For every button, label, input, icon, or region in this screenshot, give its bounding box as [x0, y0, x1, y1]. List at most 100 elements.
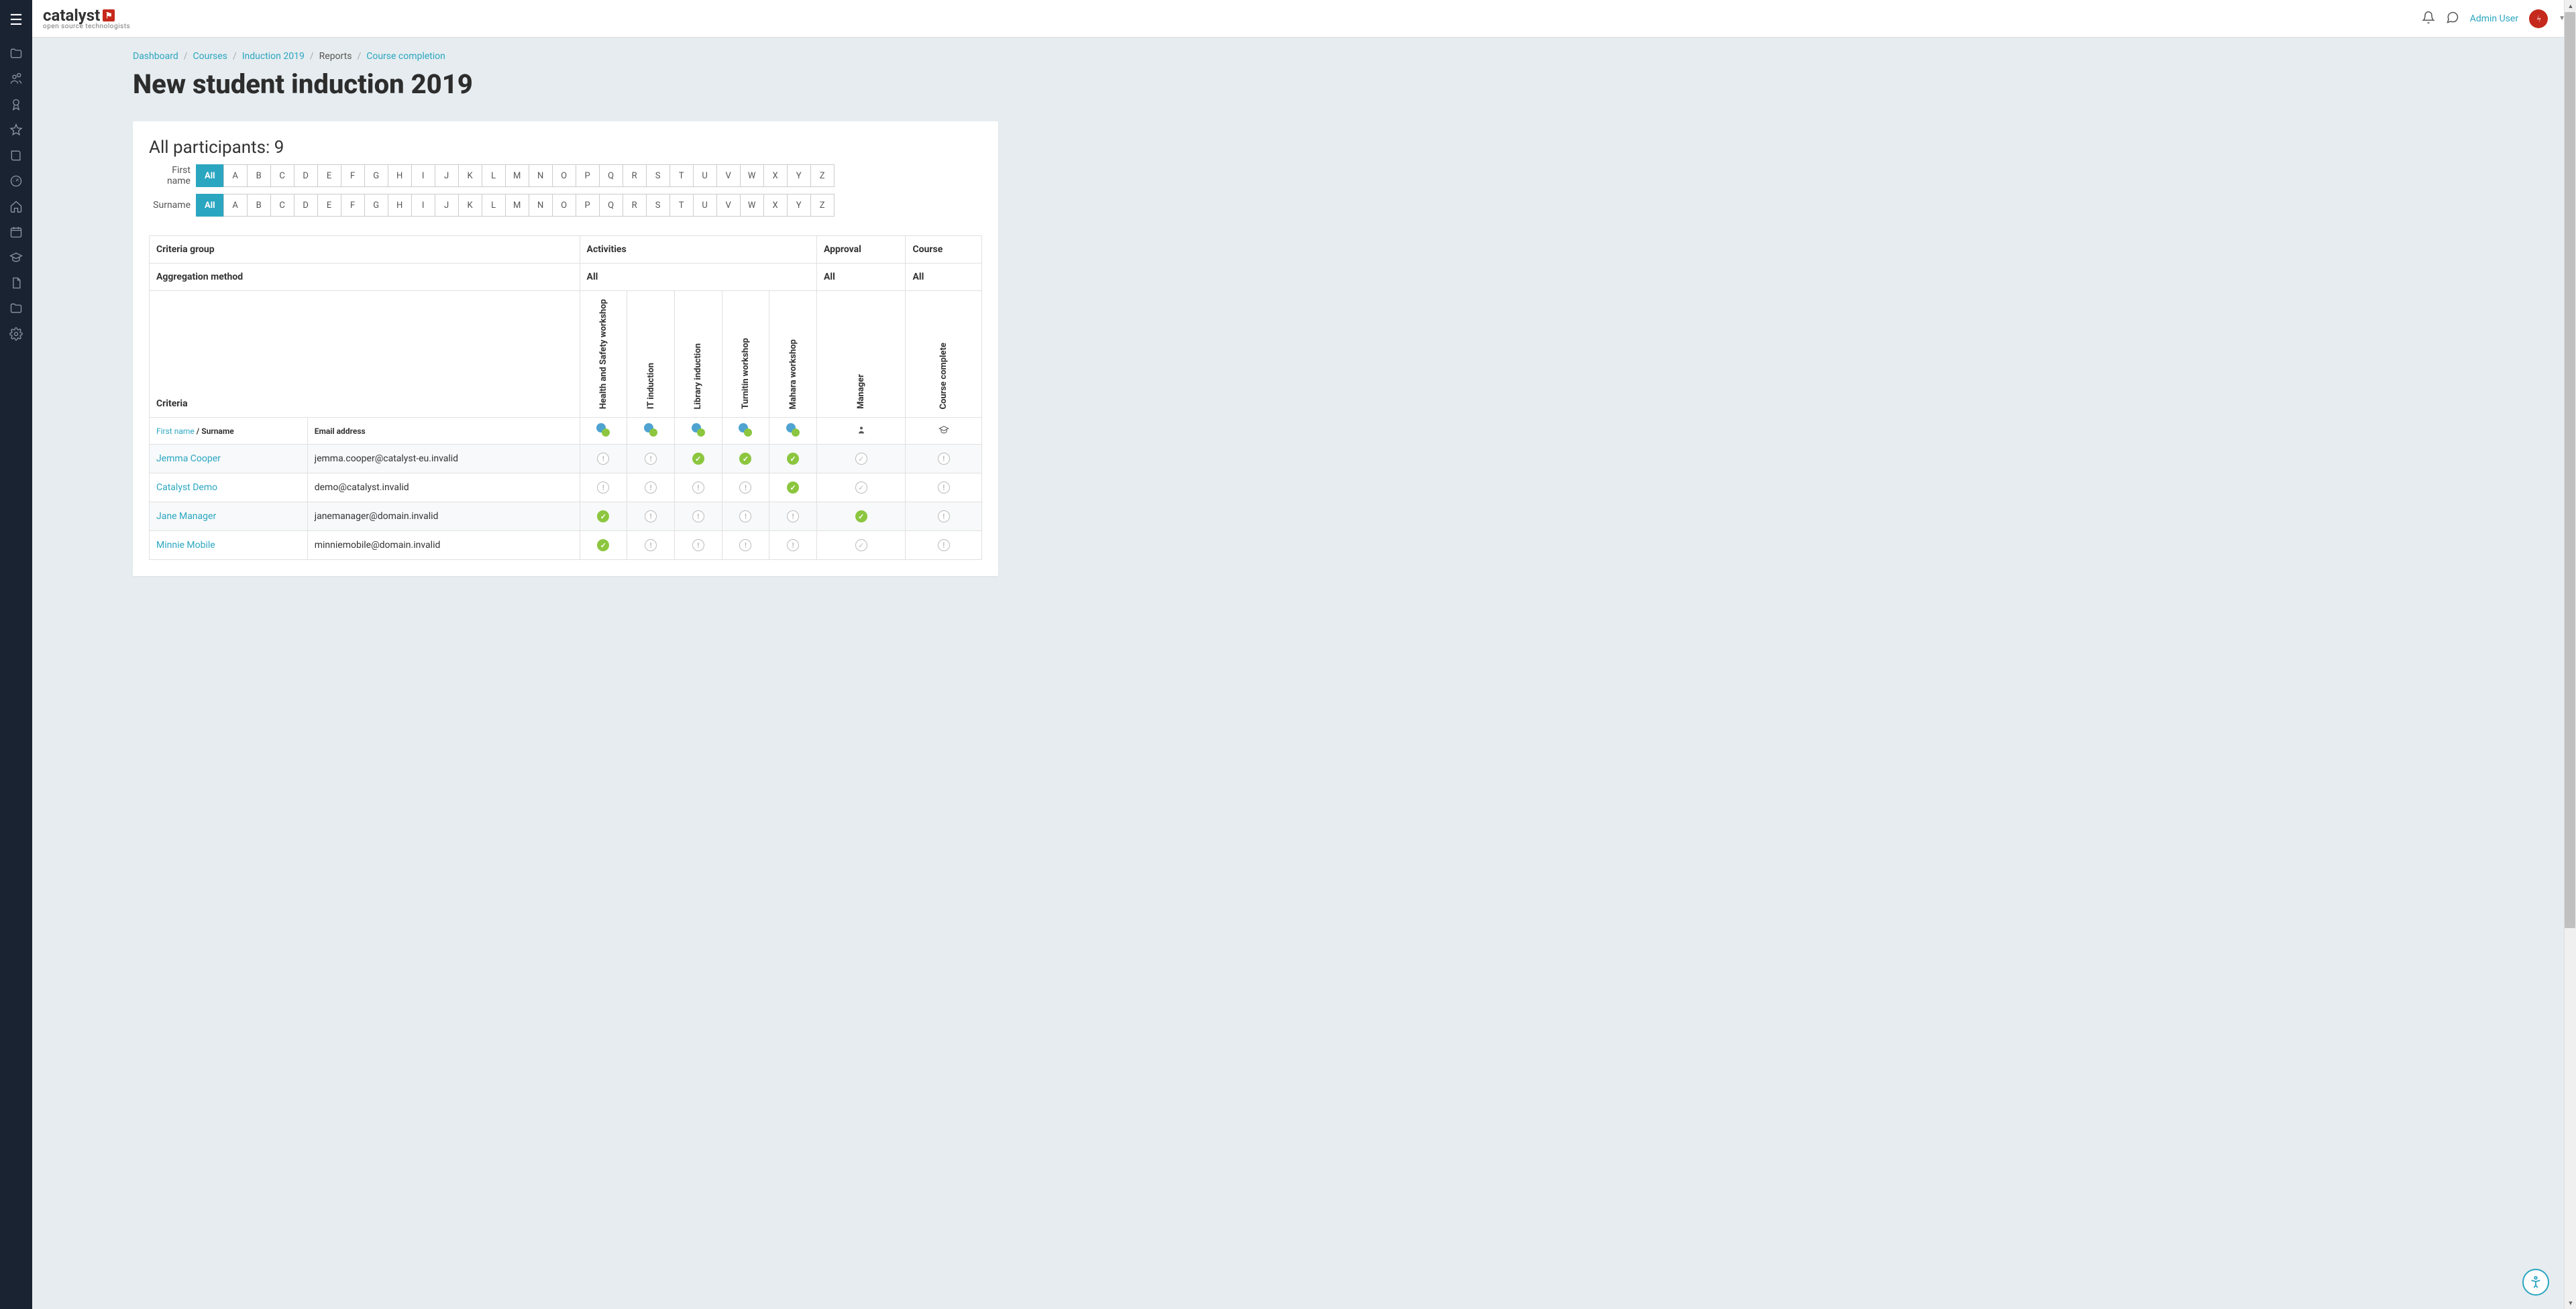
alpha-y[interactable]: Y — [787, 194, 811, 217]
alpha-z[interactable]: Z — [810, 194, 835, 217]
alpha-a[interactable]: A — [223, 194, 248, 217]
alpha-o[interactable]: O — [552, 194, 576, 217]
scrollbar-thumb[interactable] — [2565, 12, 2575, 928]
sidebar-item-folder[interactable] — [0, 41, 32, 66]
alpha-e[interactable]: E — [317, 164, 341, 187]
breadcrumb-item[interactable]: Induction 2019 — [242, 51, 305, 62]
alpha-b[interactable]: B — [247, 194, 271, 217]
alpha-f[interactable]: F — [341, 194, 365, 217]
status-cell[interactable] — [769, 531, 817, 560]
alpha-c[interactable]: C — [270, 194, 294, 217]
sidebar-item-badge[interactable] — [0, 92, 32, 117]
alpha-n[interactable]: N — [529, 164, 553, 187]
accessibility-button[interactable] — [2522, 1269, 2549, 1296]
status-cell[interactable] — [627, 445, 675, 473]
alpha-d[interactable]: D — [294, 194, 318, 217]
status-cell[interactable] — [674, 502, 722, 531]
activity-col-header[interactable]: IT induction — [627, 291, 675, 418]
person-name-link[interactable]: Jane Manager — [156, 511, 216, 522]
alpha-g[interactable]: G — [364, 164, 388, 187]
alpha-c[interactable]: C — [270, 164, 294, 187]
alpha-m[interactable]: M — [505, 194, 529, 217]
breadcrumb-item[interactable]: Courses — [193, 51, 227, 62]
hamburger-icon[interactable]: ☰ — [9, 12, 23, 29]
alpha-r[interactable]: R — [623, 164, 647, 187]
status-cell[interactable] — [906, 531, 982, 560]
status-cell[interactable] — [769, 473, 817, 502]
status-cell[interactable] — [816, 531, 906, 560]
alpha-a[interactable]: A — [223, 164, 248, 187]
status-cell[interactable] — [906, 473, 982, 502]
breadcrumb-item[interactable]: Course completion — [366, 51, 445, 62]
alpha-i[interactable]: I — [411, 164, 435, 187]
sidebar-item-gauge[interactable] — [0, 168, 32, 194]
status-cell[interactable] — [627, 473, 675, 502]
alpha-p[interactable]: P — [576, 194, 600, 217]
alpha-o[interactable]: O — [552, 164, 576, 187]
status-cell[interactable] — [580, 502, 627, 531]
alpha-all[interactable]: All — [196, 194, 224, 217]
user-avatar[interactable] — [2529, 9, 2548, 28]
alpha-s[interactable]: S — [646, 194, 670, 217]
messages-icon[interactable] — [2446, 11, 2459, 27]
alpha-z[interactable]: Z — [810, 164, 835, 187]
alpha-r[interactable]: R — [623, 194, 647, 217]
status-cell[interactable] — [722, 531, 769, 560]
status-cell[interactable] — [722, 473, 769, 502]
alpha-v[interactable]: V — [716, 164, 741, 187]
sidebar-item-book[interactable] — [0, 143, 32, 168]
status-cell[interactable] — [580, 473, 627, 502]
alpha-k[interactable]: K — [458, 164, 482, 187]
status-cell[interactable] — [906, 445, 982, 473]
sidebar-item-settings[interactable] — [0, 321, 32, 347]
status-cell[interactable] — [769, 502, 817, 531]
status-cell[interactable] — [674, 531, 722, 560]
scrollbar-down-icon[interactable]: ▼ — [2565, 1297, 2576, 1309]
alpha-q[interactable]: Q — [599, 194, 623, 217]
notifications-icon[interactable] — [2422, 11, 2435, 27]
alpha-k[interactable]: K — [458, 194, 482, 217]
sidebar-item-star[interactable] — [0, 117, 32, 143]
status-cell[interactable] — [769, 445, 817, 473]
alpha-i[interactable]: I — [411, 194, 435, 217]
person-name-link[interactable]: Catalyst Demo — [156, 482, 217, 493]
status-cell[interactable] — [816, 473, 906, 502]
alpha-p[interactable]: P — [576, 164, 600, 187]
sidebar-item-calendar[interactable] — [0, 219, 32, 245]
alpha-e[interactable]: E — [317, 194, 341, 217]
activity-col-header[interactable]: Turnitin workshop — [722, 291, 769, 418]
sidebar-item-graduation[interactable] — [0, 245, 32, 270]
alpha-n[interactable]: N — [529, 194, 553, 217]
alpha-x[interactable]: X — [763, 194, 788, 217]
status-cell[interactable] — [580, 445, 627, 473]
status-cell[interactable] — [627, 531, 675, 560]
course-col-header[interactable]: Course complete — [906, 291, 982, 418]
activity-col-header[interactable]: Mahara workshop — [769, 291, 817, 418]
alpha-g[interactable]: G — [364, 194, 388, 217]
alpha-all[interactable]: All — [196, 164, 224, 187]
status-cell[interactable] — [722, 502, 769, 531]
sidebar-item-file[interactable] — [0, 270, 32, 296]
status-cell[interactable] — [674, 445, 722, 473]
status-cell[interactable] — [674, 473, 722, 502]
alpha-w[interactable]: W — [740, 164, 764, 187]
alpha-m[interactable]: M — [505, 164, 529, 187]
alpha-j[interactable]: J — [435, 194, 459, 217]
scrollbar[interactable]: ▲ ▼ — [2564, 0, 2576, 1309]
breadcrumb-item[interactable]: Dashboard — [133, 51, 178, 62]
name-sort-header[interactable]: First name / Surname — [150, 418, 308, 445]
alpha-u[interactable]: U — [693, 164, 717, 187]
approval-col-header[interactable]: Manager — [816, 291, 906, 418]
activity-col-header[interactable]: Health and Safety workshop — [580, 291, 627, 418]
activity-col-header[interactable]: Library induction — [674, 291, 722, 418]
alpha-v[interactable]: V — [716, 194, 741, 217]
alpha-y[interactable]: Y — [787, 164, 811, 187]
alpha-f[interactable]: F — [341, 164, 365, 187]
user-menu-link[interactable]: Admin User — [2470, 13, 2518, 24]
alpha-u[interactable]: U — [693, 194, 717, 217]
alpha-h[interactable]: H — [388, 194, 412, 217]
alpha-t[interactable]: T — [669, 164, 694, 187]
alpha-s[interactable]: S — [646, 164, 670, 187]
status-cell[interactable] — [816, 502, 906, 531]
sidebar-item-users[interactable] — [0, 66, 32, 92]
